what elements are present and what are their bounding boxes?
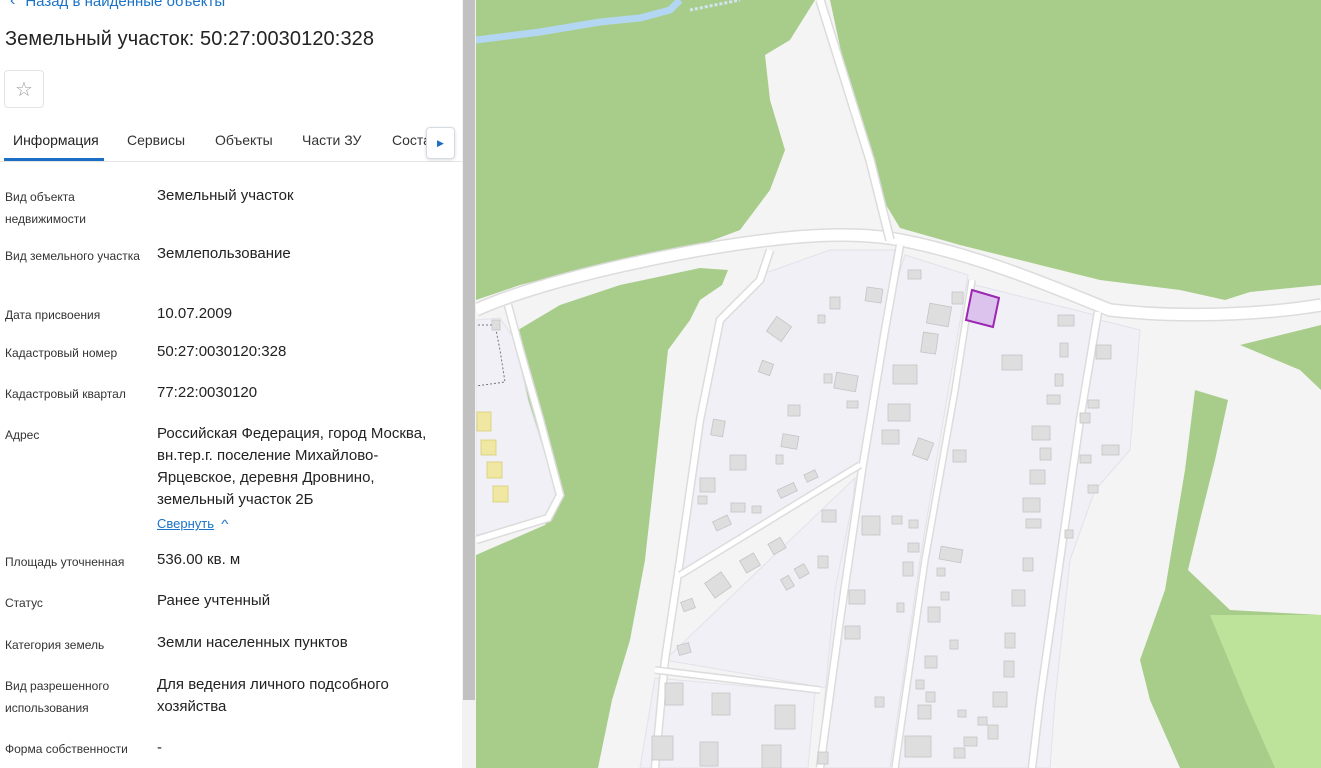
field-value-object-type: Земельный участок <box>157 187 294 204</box>
tab-objects[interactable]: Объекты <box>215 132 273 148</box>
active-tab-indicator <box>4 158 104 161</box>
field-label-land-category: Категория земель <box>5 638 105 652</box>
field-value-address: Российская Федерация, город Москва, вн.т… <box>157 423 432 535</box>
field-label-cadastral-quarter: Кадастровый квартал <box>5 387 126 401</box>
chevron-up-icon: ^ <box>221 517 229 531</box>
tab-bar: Информация Сервисы Объекты Части ЗУ Сост… <box>0 120 462 162</box>
field-label-cadastral-number: Кадастровый номер <box>5 346 118 360</box>
address-collapse: Свернуть ^ <box>157 513 432 535</box>
selected-parcel <box>964 288 1001 329</box>
scrollbar-thumb[interactable] <box>463 0 475 700</box>
field-label-address: Адрес <box>5 428 40 442</box>
field-label-object-type: Вид объекта недвижимости <box>5 190 86 226</box>
star-icon: ☆ <box>15 78 33 101</box>
field-value-ownership: - <box>157 739 162 756</box>
map-view[interactable] <box>476 0 1321 768</box>
tab-parcel-parts[interactable]: Части ЗУ <box>302 132 361 148</box>
field-value-status: Ранее учтенный <box>157 592 271 609</box>
info-panel: ‹ Назад в найденные объекты Земельный уч… <box>0 0 462 768</box>
page-title: Земельный участок: 50:27:0030120:328 <box>5 28 375 50</box>
field-value-cadastral-quarter: 77:22:0030120 <box>157 384 258 401</box>
field-value-assign-date: 10.07.2009 <box>157 305 233 322</box>
tab-information[interactable]: Информация <box>13 132 99 148</box>
chevron-left-icon: ‹ <box>10 0 16 9</box>
collapse-link[interactable]: Свернуть <box>157 516 214 531</box>
field-value-land-type: Землепользование <box>157 245 291 262</box>
field-label-permitted-use: Вид разрешенного использования <box>5 679 110 715</box>
back-link-label: Назад в найденные объекты <box>25 0 226 10</box>
field-value-area: 536.00 кв. м <box>157 551 241 568</box>
field-label-status: Статус <box>5 596 43 610</box>
panel-scrollbar[interactable] <box>462 0 476 768</box>
field-label-area: Площадь уточненная <box>5 555 125 569</box>
tabs-scroll-right-button[interactable]: ▶ <box>426 127 455 159</box>
back-link[interactable]: ‹ Назад в найденные объекты <box>10 0 225 10</box>
tab-services[interactable]: Сервисы <box>127 132 185 148</box>
map-canvas[interactable] <box>476 0 1321 768</box>
field-value-land-category: Земли населенных пунктов <box>157 634 348 651</box>
address-text: Российская Федерация, город Москва, вн.т… <box>157 425 427 508</box>
caret-right-icon: ▶ <box>437 137 444 148</box>
field-label-ownership: Форма собственности <box>5 742 128 756</box>
field-label-assign-date: Дата присвоения <box>5 308 101 322</box>
field-label-land-type: Вид земельного участка <box>5 249 140 263</box>
favorite-button[interactable]: ☆ <box>4 70 44 108</box>
field-value-permitted-use: Для ведения личного подсобного хозяйства <box>157 676 389 715</box>
field-value-cadastral-number: 50:27:0030120:328 <box>157 343 287 360</box>
